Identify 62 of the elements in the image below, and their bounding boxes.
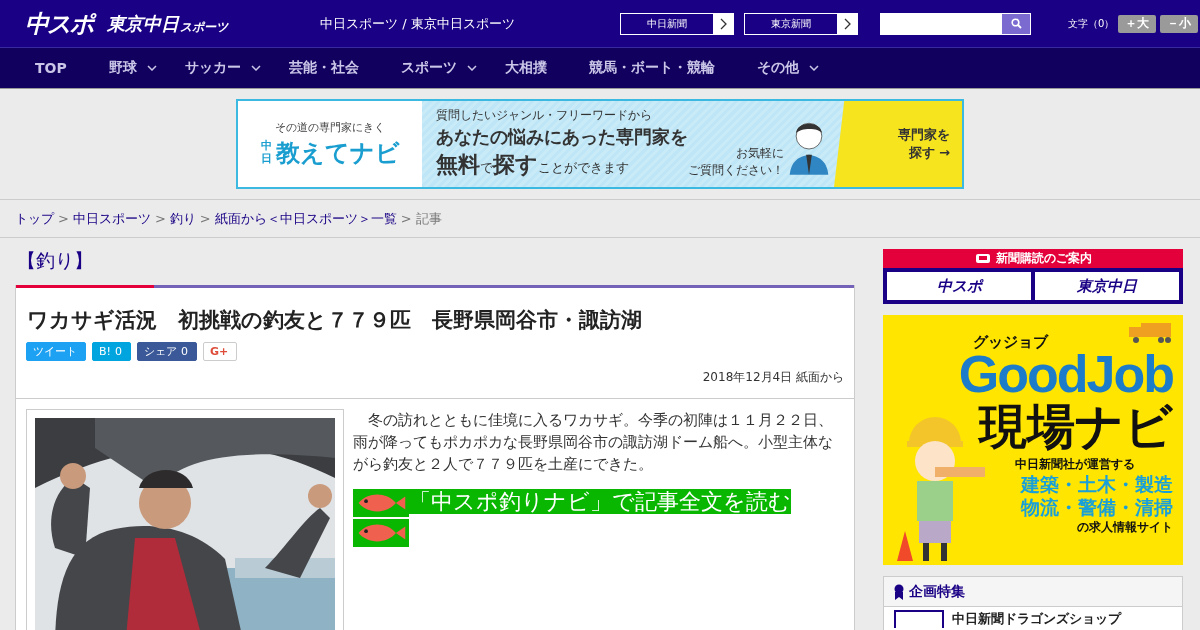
ad-brand-prefix: 中日 [260, 140, 272, 165]
newspaper-logo[interactable]: 東京中日 [1035, 272, 1179, 300]
ad-note: お気軽に [736, 145, 784, 162]
chevron-down-icon [808, 65, 819, 71]
nav-item[interactable]: サッカー [184, 47, 261, 89]
chevron-down-icon [466, 65, 477, 71]
job-ad-banner[interactable]: グッジョブ GoodJob 現場ナビ 中日新聞社が運営する 建築・土木・製造 物流・警備・清掃 の求人情報サイト [883, 315, 1183, 565]
nav-item[interactable]: 芸能・社会 [288, 47, 359, 89]
job-ad-title: 現場ナビ [979, 397, 1173, 456]
search-button[interactable] [1002, 13, 1030, 34]
search-icon [1010, 18, 1022, 29]
subscribe-title: 新聞購読のご案内 [995, 250, 1092, 267]
feature-link[interactable]: 中日新聞ドラゴンズショップ [952, 610, 1121, 628]
article-date: 2018年12月4日 紙面から [16, 361, 854, 399]
ad-cta[interactable]: 専門家を 探す → [834, 101, 962, 187]
nav-item[interactable]: 大相撲 [504, 47, 547, 89]
ad-subheadline: 無料で探すことができます [436, 151, 630, 179]
job-ad-fields: 建築・土木・製造 [1021, 473, 1173, 496]
newspaper-logo[interactable]: 中スポ [887, 272, 1031, 300]
job-ad-kana: グッジョブ [973, 333, 1048, 352]
breadcrumb-link[interactable]: 中日スポーツ [72, 209, 151, 228]
nav-item[interactable]: 野球 [108, 47, 157, 89]
breadcrumb-separator: > [58, 211, 69, 226]
subscribe-banner[interactable]: 新聞購読のご案内 中スポ 東京中日 [883, 249, 1183, 304]
category-heading: 【釣り】 [16, 248, 94, 273]
breadcrumb-separator: > [154, 211, 166, 226]
job-ad-fields: 物流・警備・清掃 [1021, 496, 1173, 519]
site-logo[interactable]: 東京中日スポーツ [107, 11, 228, 36]
ribbon-icon [894, 583, 904, 600]
job-ad-tagline: の求人情報サイト [1077, 519, 1173, 536]
newspaper-link[interactable]: 東京新聞 [744, 12, 858, 35]
site-title: 中日スポーツ / 東京中日スポーツ [320, 14, 516, 33]
job-ad-lead: 中日新聞社が運営する [1015, 456, 1135, 473]
chevron-right-icon [837, 13, 857, 34]
breadcrumb-current[interactable]: 記事 [415, 209, 442, 228]
nav-item[interactable]: 競馬・ボート・競輪 [588, 47, 715, 89]
article-title: ワカサギ活況 初挑戦の釣友と７７９匹 長野県岡谷市・諏訪湖 [26, 307, 643, 334]
font-size-label: 文字（0） [1068, 16, 1115, 31]
ad-lead: 質問したいジャンル・フリーワードから [436, 107, 653, 124]
breadcrumb-separator: > [199, 211, 211, 226]
ad-tagline: その道の専門家にきく [275, 119, 385, 135]
article-text: 冬の訪れとともに佳境に入るワカサギ。今季の初陣は１１月２２日、雨が降ってもポカポカな長野県岡谷市の諏訪湖ドーム船へ。小型主体ながら釣友と２人で７７９匹を土産にできた。 [353, 410, 834, 475]
chevron-right-icon [713, 13, 733, 34]
chevron-down-icon [146, 65, 157, 71]
share-button[interactable]: シェア 0 [136, 342, 197, 361]
breadcrumb-link[interactable]: 紙面から＜中日スポーツ＞一覧 [214, 209, 397, 228]
feature-title: 企画特集 [909, 582, 965, 601]
search-field[interactable] [880, 12, 1031, 35]
nav-item[interactable]: その他 [756, 47, 819, 89]
breadcrumb-link[interactable]: 釣り [169, 209, 196, 228]
job-ad-brand: GoodJob [958, 352, 1173, 396]
breadcrumb-separator: > [400, 211, 412, 226]
newspaper-link[interactable]: 中日新聞 [620, 12, 734, 35]
breadcrumb-link[interactable]: トップ [15, 209, 54, 228]
chevron-down-icon [250, 65, 261, 71]
nav-item[interactable]: TOP [35, 47, 67, 89]
nav-item[interactable]: スポーツ [400, 47, 477, 89]
ad-brand: 教えてナビ [275, 137, 400, 169]
truck-icon [1127, 321, 1173, 345]
ad-note: ご質問ください！ [688, 162, 784, 179]
newspaper-icon [974, 253, 991, 264]
share-button[interactable]: G+ [202, 342, 238, 361]
